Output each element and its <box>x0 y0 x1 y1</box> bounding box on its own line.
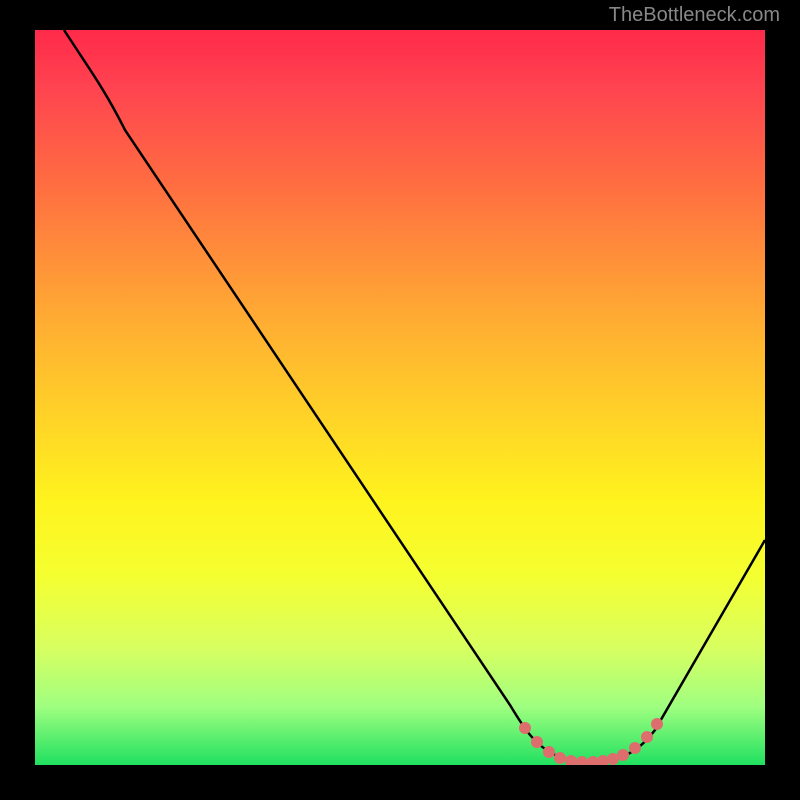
marker-dot <box>629 742 641 754</box>
watermark-text: TheBottleneck.com <box>609 4 780 27</box>
marker-dot <box>519 722 531 734</box>
marker-dot <box>651 718 663 730</box>
curve-path <box>64 30 765 762</box>
marker-dot <box>565 755 577 765</box>
marker-dot <box>543 746 555 758</box>
marker-group <box>519 718 663 765</box>
marker-dot <box>617 749 629 761</box>
marker-dot <box>576 756 588 765</box>
chart-svg <box>35 30 765 765</box>
marker-dot <box>554 752 566 764</box>
chart-plot-area <box>35 30 765 765</box>
marker-dot <box>641 731 653 743</box>
marker-dot <box>531 736 543 748</box>
